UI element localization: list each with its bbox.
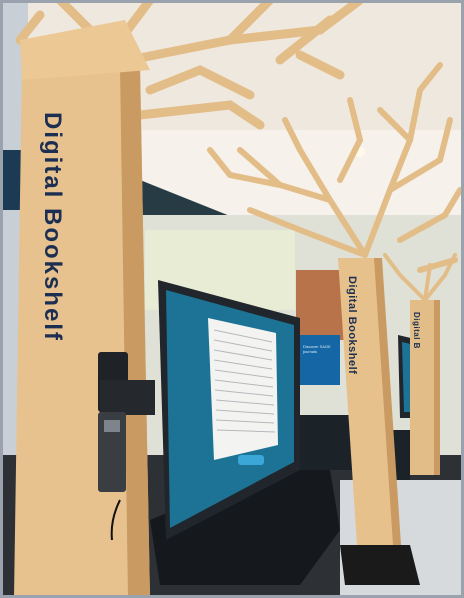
sage-banner <box>300 335 340 385</box>
pillar-far-label: Digital B <box>412 312 421 349</box>
pillar-mid-label: Digital Bookshelf <box>346 276 358 375</box>
pillar-mid-base <box>340 545 420 585</box>
banner-text: Discover SAGE journals <box>303 344 331 354</box>
wall-panel <box>296 270 344 340</box>
pillar-main-label: Digital Bookshelf <box>39 112 66 343</box>
library-photo: Digital Bookshelf Digital Bookshelf Digi… <box>0 0 464 598</box>
display-toolbar <box>238 455 264 465</box>
display-page <box>208 318 278 460</box>
photo-illustration <box>0 0 464 598</box>
card-reader-arm <box>100 380 155 415</box>
